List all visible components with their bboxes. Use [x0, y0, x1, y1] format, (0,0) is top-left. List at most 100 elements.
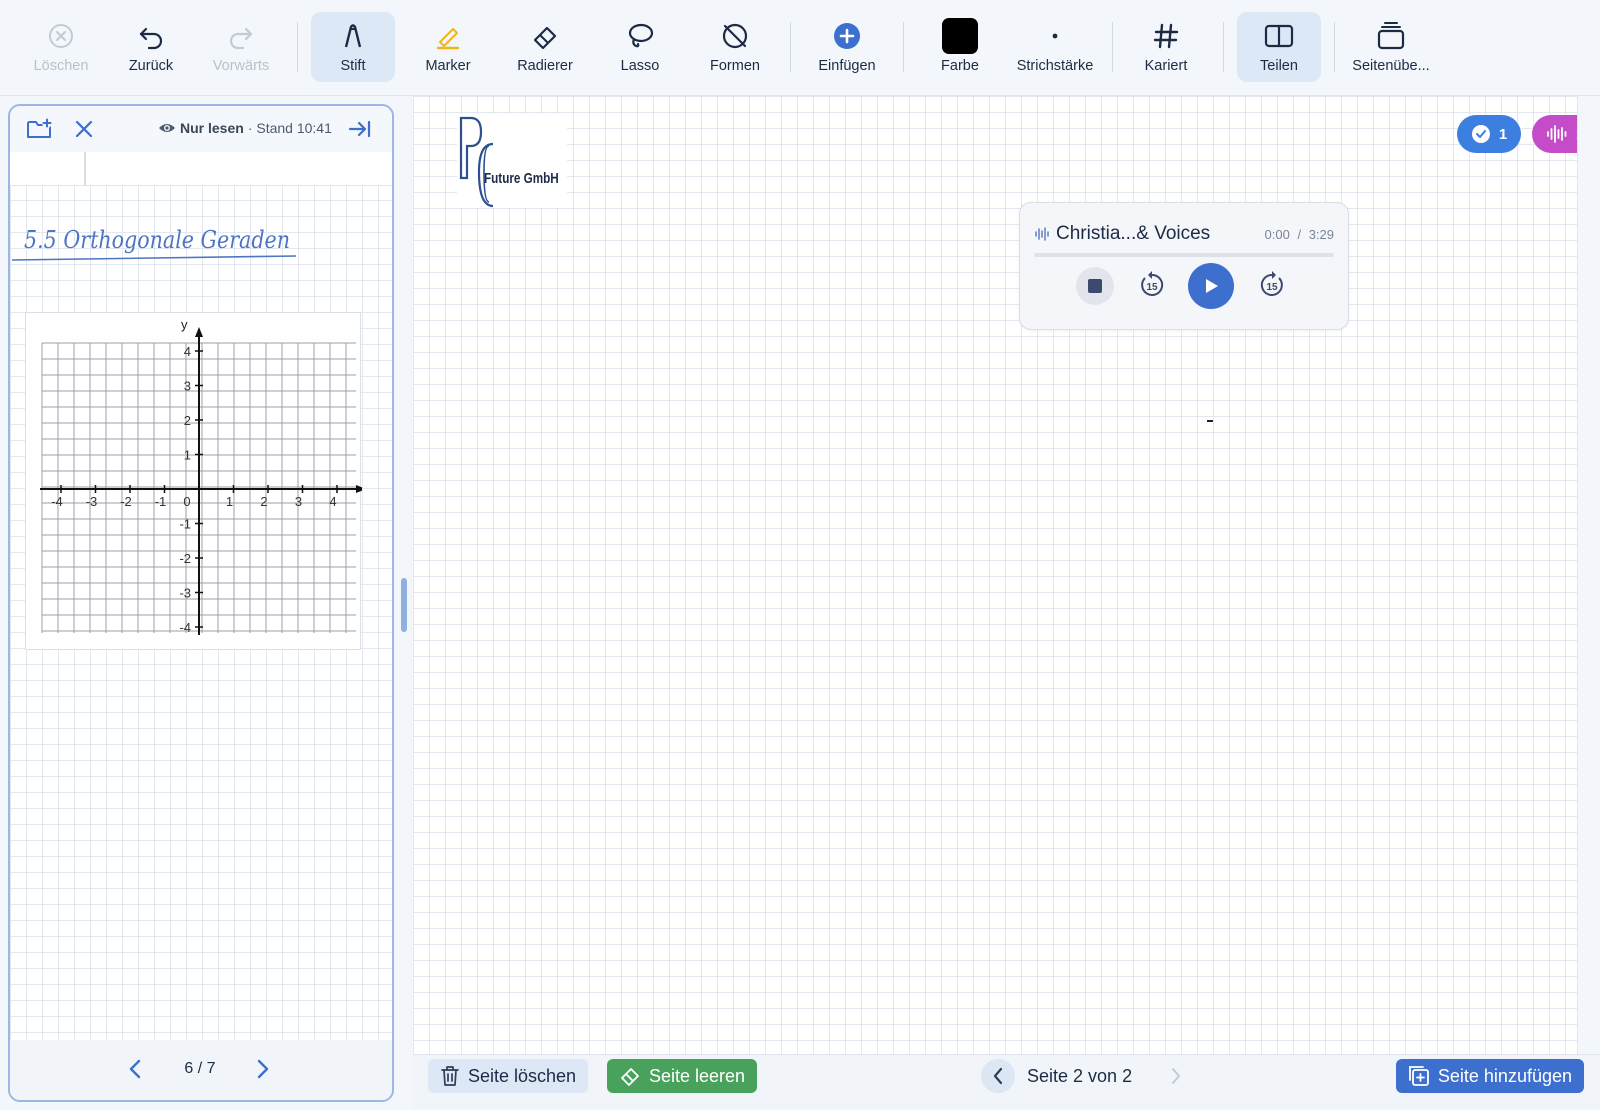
redo-label: Vorwärts: [212, 58, 270, 74]
play-button[interactable]: [1188, 263, 1234, 309]
toolbar: Löschen Zurück Vorwärts Stift Marker Rad…: [0, 0, 1600, 96]
trash-icon: [441, 1066, 459, 1086]
delete-page-button[interactable]: Seite löschen: [428, 1059, 589, 1093]
x-tick-label: -2: [120, 494, 132, 509]
clear-page-label: Seite leeren: [649, 1065, 746, 1086]
y-tick-label: 2: [184, 413, 191, 428]
handwritten-heading: 5.5 Orthogonale Geraden: [11, 226, 297, 261]
logo-text: Future GmbH: [484, 170, 559, 187]
stroke-width-label: Strichstärke: [1016, 58, 1094, 74]
eraser-label: Radierer: [517, 58, 573, 74]
stroke-width-button[interactable]: Strichstärke: [1010, 12, 1100, 82]
stop-button[interactable]: [1076, 267, 1114, 305]
eraser-button[interactable]: Radierer: [505, 12, 585, 82]
audio-time-separator: /: [1297, 226, 1302, 242]
toolbar-divider: [1112, 22, 1113, 72]
redo-button[interactable]: Vorwärts: [205, 12, 277, 82]
x-axis-arrow: [356, 485, 366, 493]
pages-stack-icon: [1377, 22, 1405, 50]
check-circle-icon: [1471, 125, 1490, 143]
page-top-strip-divider: [84, 152, 86, 186]
marker-icon: [436, 28, 460, 50]
redo-icon: [229, 27, 253, 50]
y-axis-arrow: [195, 327, 203, 337]
drawing-canvas[interactable]: PC Future GmbH Christia...& Voices 0:00 …: [413, 96, 1598, 1054]
add-folder-button[interactable]: [26, 116, 54, 142]
dock-panel-button[interactable]: [346, 116, 374, 142]
color-label: Farbe: [941, 58, 979, 74]
shapes-icon: [722, 23, 748, 49]
audio-player: Christia...& Voices 0:00 / 3:29 15 15: [1019, 202, 1349, 330]
x-tick-label: 0: [183, 494, 190, 509]
checks-badge[interactable]: 1: [1457, 115, 1521, 153]
delete-label: Löschen: [33, 58, 89, 74]
read-only-label: Nur lesen: [180, 120, 244, 136]
add-page-icon: [1408, 1066, 1429, 1086]
skip-forward-button[interactable]: 15: [1254, 267, 1290, 303]
read-only-status: Nur lesen · Stand 10:41: [158, 120, 332, 136]
rewind-15-icon: 15: [1141, 271, 1164, 296]
toolbar-divider: [903, 22, 904, 72]
chevron-left-icon: [993, 1067, 1003, 1085]
color-button[interactable]: Farbe: [920, 12, 1000, 82]
y-axis-label: y: [181, 317, 188, 332]
toolbar-divider: [790, 22, 791, 72]
audio-progress-bar[interactable]: [1034, 253, 1334, 257]
pen-button[interactable]: Stift: [311, 12, 395, 82]
add-page-label: Seite hinzufügen: [1437, 1065, 1572, 1086]
split-view-label: Teilen: [1260, 58, 1298, 74]
delete-button[interactable]: Löschen: [30, 12, 92, 82]
next-page-button[interactable]: [1161, 1059, 1191, 1093]
x-circle-icon: [49, 24, 73, 48]
eraser-icon: [621, 1068, 639, 1086]
shapes-button[interactable]: Formen: [697, 12, 773, 82]
grid-toggle-button[interactable]: Kariert: [1130, 12, 1202, 82]
y-tick-label: -4: [179, 620, 191, 635]
pen-label: Stift: [340, 58, 366, 74]
canvas-scroll-track[interactable]: [1577, 96, 1600, 1054]
panel-resize-handle[interactable]: [401, 578, 407, 632]
pen-icon: [344, 24, 362, 48]
y-tick-label: -3: [179, 586, 191, 601]
marker-label: Marker: [425, 58, 471, 74]
marker-button[interactable]: Marker: [410, 12, 486, 82]
waveform-icon: [1035, 227, 1049, 241]
coordinate-graph: xy-4-3-2-1012344321-1-2-3-4: [40, 317, 373, 635]
insert-label: Einfügen: [818, 58, 876, 74]
toolbar-divider: [297, 22, 298, 72]
y-tick-label: 1: [184, 448, 191, 463]
x-tick-label: -4: [51, 494, 63, 509]
grid-label: Kariert: [1144, 58, 1188, 74]
page-top-strip: [10, 152, 392, 186]
close-panel-button[interactable]: [70, 116, 98, 142]
x-tick-label: -3: [86, 494, 98, 509]
split-view-icon: [1264, 24, 1294, 48]
x-tick-label: 4: [329, 494, 336, 509]
undo-label: Zurück: [128, 58, 174, 74]
ink-stroke: [1207, 420, 1213, 422]
graph-image: xy-4-3-2-1012344321-1-2-3-4: [25, 312, 373, 650]
undo-button[interactable]: Zurück: [120, 12, 182, 82]
add-page-button[interactable]: Seite hinzufügen: [1395, 1059, 1584, 1093]
insert-button[interactable]: Einfügen: [805, 12, 889, 82]
page-overview-button[interactable]: Seitenübe...: [1346, 12, 1436, 82]
x-tick-label: 3: [295, 494, 302, 509]
prev-page-button[interactable]: [120, 1054, 150, 1084]
reference-page[interactable]: 5.5 Orthogonale Geraden xy-4-3-2-1012344…: [10, 152, 392, 1042]
previous-page-button[interactable]: [981, 1059, 1015, 1093]
lasso-button[interactable]: Lasso: [603, 12, 677, 82]
audio-time: 0:00 / 3:29: [1265, 227, 1335, 242]
x-tick-label: 1: [226, 494, 233, 509]
next-page-button[interactable]: [248, 1054, 278, 1084]
toolbar-divider: [1223, 22, 1224, 72]
split-view-button[interactable]: Teilen: [1237, 12, 1321, 82]
skip-back-button[interactable]: 15: [1134, 267, 1170, 303]
chevron-right-icon: [257, 1059, 269, 1079]
chevron-right-icon: [1172, 1068, 1180, 1084]
toolbar-divider: [1334, 22, 1335, 72]
stop-icon: [1088, 279, 1102, 293]
clear-page-button[interactable]: Seite leeren: [607, 1059, 758, 1093]
page-info: Seite 2 von 2: [1027, 1066, 1133, 1086]
logo-mark: [459, 116, 494, 208]
x-tick-label: 2: [260, 494, 267, 509]
